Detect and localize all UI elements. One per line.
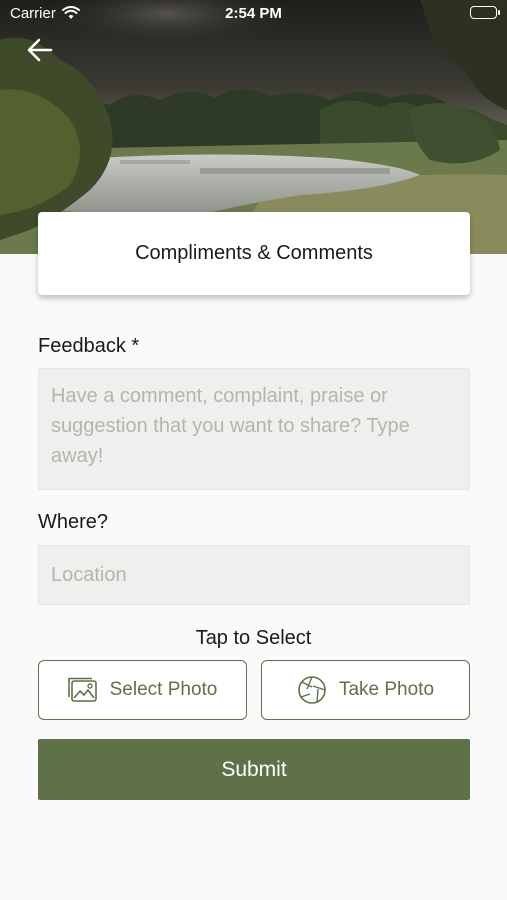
back-button[interactable] [22,32,58,68]
submit-label: Submit [221,757,287,781]
take-photo-label: Take Photo [338,679,435,700]
status-time: 2:54 PM [225,5,282,22]
select-photo-button[interactable]: Select Photo [38,660,247,720]
image-icon [67,677,98,703]
status-bar: Carrier 2:54 PM [0,0,507,28]
feedback-placeholder: Have a comment, complaint, praise or sug… [51,385,410,467]
location-input[interactable]: Location [38,545,470,605]
location-placeholder: Location [51,563,127,586]
feedback-label: Feedback * [38,335,140,357]
select-photo-label: Select Photo [109,679,218,700]
arrow-left-icon [27,38,53,62]
page-title-card: Compliments & Comments [38,212,470,295]
page-title: Compliments & Comments [135,242,373,264]
take-photo-button[interactable]: Take Photo [261,660,470,720]
tap-to-select-label: Tap to Select [195,627,312,649]
submit-button[interactable]: Submit [38,739,470,800]
battery-icon [470,6,500,19]
where-label: Where? [38,511,109,533]
camera-aperture-icon [297,675,327,705]
feedback-textarea[interactable]: Have a comment, complaint, praise or sug… [38,368,470,490]
